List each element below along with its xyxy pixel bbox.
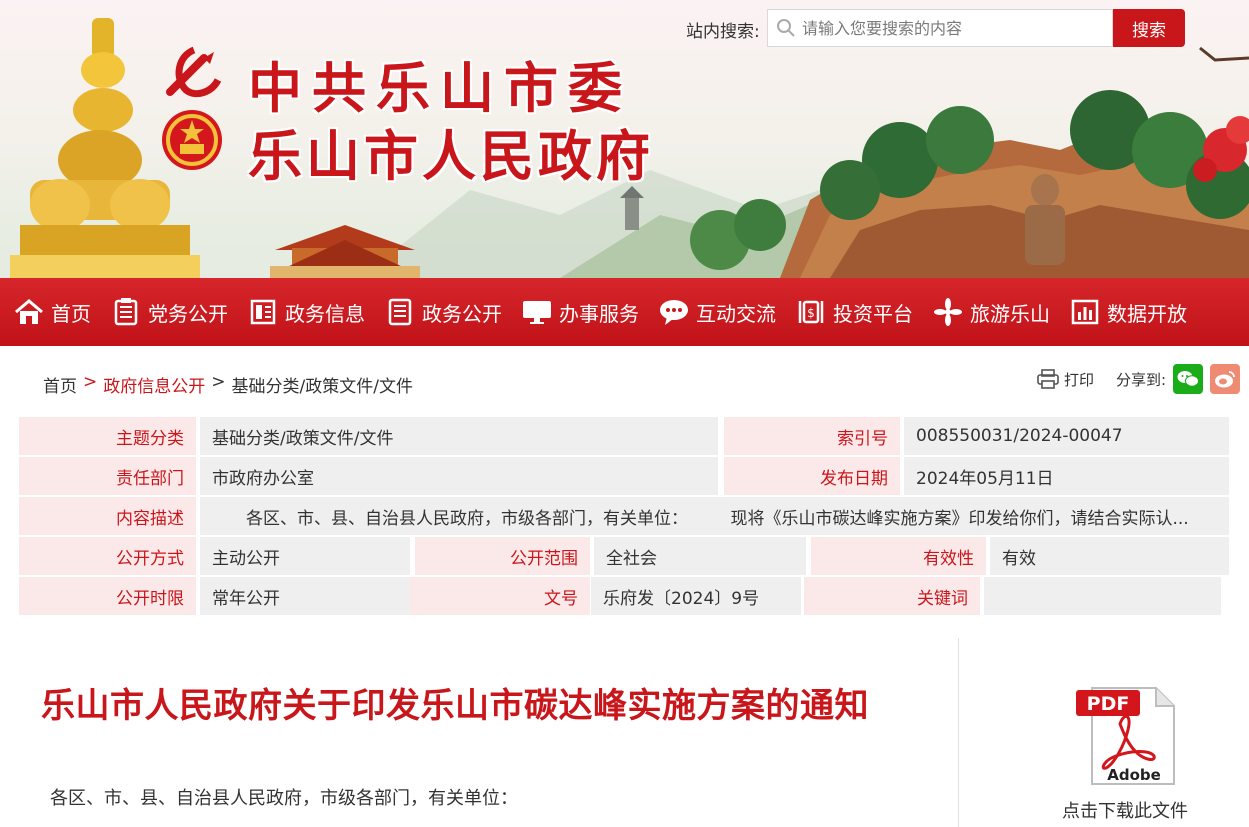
meta-value: 各区、市、县、自治县人民政府，市级各部门，有关单位： 现将《乐山市碳达峰实施方案…	[200, 497, 1229, 535]
nav-item-open-data[interactable]: 数据开放	[1062, 278, 1195, 346]
meta-label: 发布日期	[724, 457, 900, 495]
search-box[interactable]	[767, 9, 1113, 47]
meta-row: 公开方式 主动公开 公开范围 全社会 有效性 有效	[19, 537, 1229, 575]
meta-label: 责任部门	[19, 457, 196, 495]
meta-value: 乐府发〔2024〕9号	[591, 577, 801, 615]
meta-row: 公开时限 常年公开 文号 乐府发〔2024〕9号 关键词	[19, 577, 1229, 615]
meta-value: 全社会	[594, 537, 806, 575]
wechat-icon	[1177, 371, 1200, 387]
share-wechat-button[interactable]	[1173, 364, 1204, 394]
search-label: 站内搜索:	[686, 22, 760, 42]
main-nav: 首页 党务公开 政务信息 政务公开 办事服务 互动交流 $ 投资平台 旅游乐山 …	[0, 278, 1249, 346]
adobe-text: Adobe	[1107, 766, 1161, 784]
national-emblem-icon	[160, 108, 224, 176]
search-icon	[777, 19, 795, 37]
meta-label: 内容描述	[19, 497, 196, 535]
investment-icon: $	[796, 297, 826, 327]
meta-value: 市政府办公室	[200, 457, 718, 495]
nav-label: 办事服务	[559, 301, 639, 326]
search-button[interactable]: 搜索	[1113, 9, 1185, 47]
printer-icon	[1037, 369, 1059, 389]
meta-value: 常年公开	[200, 577, 410, 615]
meta-value: 主动公开	[200, 537, 410, 575]
print-label: 打印	[1064, 370, 1095, 389]
nav-label: 旅游乐山	[970, 301, 1050, 326]
nav-item-services[interactable]: 办事服务	[514, 278, 647, 346]
party-emblem-icon	[160, 44, 224, 108]
pdf-badge-text: PDF	[1087, 693, 1130, 715]
nav-label: 首页	[51, 301, 91, 326]
document-icon	[111, 297, 141, 327]
meta-label: 索引号	[724, 417, 900, 455]
nav-item-interaction[interactable]: 互动交流	[651, 278, 784, 346]
article-title: 乐山市人民政府关于印发乐山市碳达峰实施方案的通知	[41, 686, 869, 726]
nav-label: 互动交流	[696, 301, 776, 326]
breadcrumb-separator: >	[211, 372, 226, 392]
meta-label: 有效性	[811, 537, 986, 575]
meta-row: 内容描述 各区、市、县、自治县人民政府，市级各部门，有关单位： 现将《乐山市碳达…	[19, 497, 1229, 535]
nav-item-party-affairs[interactable]: 党务公开	[103, 278, 236, 346]
meta-row: 主题分类 基础分类/政策文件/文件 索引号 008550031/2024-000…	[19, 417, 1229, 455]
print-button[interactable]: 打印	[1037, 369, 1094, 390]
monitor-icon	[522, 297, 552, 327]
chat-bubble-icon	[659, 297, 689, 327]
pdf-download-icon[interactable]: PDF Adobe	[1070, 684, 1178, 788]
home-icon	[14, 297, 44, 327]
nav-item-investment[interactable]: $ 投资平台	[788, 278, 921, 346]
share-label: 分享到:	[1116, 370, 1167, 389]
content-divider	[958, 638, 959, 827]
info-panel-icon	[248, 297, 278, 327]
page-tools: 打印 分享到:	[1037, 364, 1241, 394]
meta-label: 关键词	[804, 577, 980, 615]
article-salutation: 各区、市、县、自治县人民政府，市级各部门，有关单位：	[50, 788, 518, 809]
meta-value: 008550031/2024-00047	[904, 417, 1229, 455]
nav-label: 党务公开	[148, 301, 228, 326]
breadcrumb-home[interactable]: 首页	[43, 372, 77, 397]
meta-value: 基础分类/政策文件/文件	[200, 417, 718, 455]
share-weibo-button[interactable]	[1210, 364, 1241, 394]
meta-label: 公开范围	[415, 537, 590, 575]
nav-item-home[interactable]: 首页	[6, 278, 99, 346]
breadcrumb-section[interactable]: 政府信息公开	[103, 372, 205, 397]
flower-icon	[933, 297, 963, 327]
meta-value: 有效	[990, 537, 1229, 575]
meta-label: 公开方式	[19, 537, 196, 575]
meta-label: 公开时限	[19, 577, 196, 615]
svg-text:$: $	[807, 306, 815, 320]
search-input[interactable]	[802, 18, 1102, 38]
meta-row: 责任部门 市政府办公室 发布日期 2024年05月11日	[19, 457, 1229, 495]
breadcrumb: 首页 > 政府信息公开 > 基础分类/政策文件/文件	[43, 372, 413, 397]
nav-label: 数据开放	[1107, 301, 1187, 326]
nav-label: 投资平台	[833, 301, 913, 326]
meta-value	[984, 577, 1221, 615]
site-title-line2: 乐山市人民政府	[248, 125, 654, 188]
breadcrumb-current: 基础分类/政策文件/文件	[231, 377, 413, 397]
nav-item-tourism[interactable]: 旅游乐山	[925, 278, 1058, 346]
breadcrumb-separator: >	[83, 372, 98, 392]
download-file-link[interactable]: 点击下载此文件	[1062, 797, 1188, 823]
nav-item-gov-affairs[interactable]: 政务公开	[377, 278, 510, 346]
bar-chart-icon	[1070, 297, 1100, 327]
meta-label: 文号	[410, 577, 590, 615]
weibo-icon	[1215, 371, 1235, 388]
nav-label: 政务信息	[285, 301, 365, 326]
meta-label: 主题分类	[19, 417, 196, 455]
nav-item-gov-info[interactable]: 政务信息	[240, 278, 373, 346]
nav-label: 政务公开	[422, 301, 502, 326]
meta-value: 2024年05月11日	[904, 457, 1229, 495]
list-document-icon	[385, 297, 415, 327]
header-banner: 中共乐山市委 乐山市人民政府 站内搜索: 搜索	[0, 0, 1249, 278]
